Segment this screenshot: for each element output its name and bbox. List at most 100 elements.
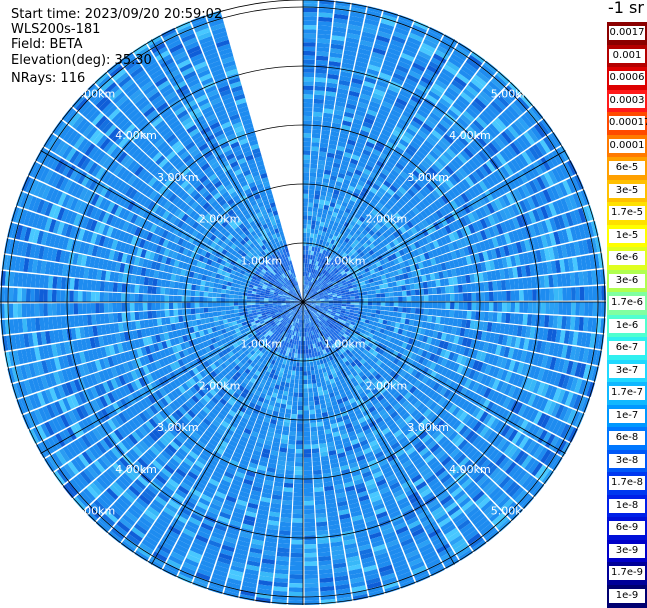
ray-gate	[346, 304, 350, 307]
ray-gate	[459, 302, 464, 310]
ray-gate	[303, 341, 305, 345]
ray-gate	[368, 302, 372, 305]
ray-gate	[280, 517, 291, 522]
ray-gate	[303, 380, 307, 384]
ray-gate	[385, 297, 390, 301]
ray-gate	[290, 379, 295, 384]
ray-gate	[484, 282, 489, 291]
ray-gate	[304, 566, 317, 571]
ray-gate	[441, 287, 446, 294]
ray-gate	[407, 296, 412, 301]
ray-gate	[304, 272, 306, 277]
ray-gate	[281, 399, 287, 404]
ray-gate	[450, 302, 455, 309]
ray-gate	[346, 299, 350, 301]
ray-gate	[329, 303, 334, 305]
ray-gate	[283, 487, 293, 492]
ray-gate	[303, 29, 316, 34]
ray-gate	[351, 299, 355, 302]
ray-gate	[296, 367, 300, 372]
ray-gate	[424, 302, 428, 308]
ray-gate	[432, 309, 437, 316]
ray-gate	[489, 302, 494, 311]
ray-gate	[313, 203, 318, 208]
ray-gate	[297, 423, 303, 427]
ray-gate	[379, 315, 384, 320]
ray-gate	[304, 410, 310, 414]
ray-gate	[406, 308, 411, 314]
ray-gate	[308, 384, 313, 389]
ray-gate	[291, 375, 295, 380]
ray-gate	[554, 302, 559, 314]
ray-gate	[314, 199, 320, 204]
ray-gate	[381, 306, 386, 310]
ray-gate	[311, 431, 318, 436]
ray-gate	[312, 444, 319, 449]
ray-gate	[304, 522, 315, 527]
ray-gate	[286, 378, 291, 383]
ray-gate	[283, 491, 293, 496]
ray-gate	[314, 95, 324, 100]
ray-gate	[294, 358, 297, 363]
ray-gate	[312, 448, 320, 453]
ray-gate	[310, 172, 317, 177]
ray-gate	[316, 417, 322, 422]
ray-gate	[304, 406, 309, 411]
ray-gate	[355, 305, 360, 308]
ray-gate	[497, 281, 502, 291]
ray-gate	[303, 215, 307, 220]
ray-gate	[293, 510, 303, 515]
ray-gate	[367, 291, 372, 295]
ray-gate	[285, 409, 291, 414]
ray-gate	[304, 432, 311, 437]
ray-gate	[314, 400, 320, 405]
ray-gate	[307, 367, 311, 372]
ray-gate	[313, 392, 318, 397]
ray-gate	[309, 405, 315, 410]
ray-gate	[299, 332, 301, 337]
ray-gate	[359, 302, 363, 305]
ray-gate	[310, 238, 314, 243]
ray-gate	[293, 497, 303, 502]
ray-gate	[294, 479, 303, 484]
ray-gate	[283, 426, 290, 431]
ray-gate	[304, 462, 312, 467]
ray-gate	[333, 298, 338, 300]
ray-gate	[304, 518, 315, 523]
ray-gate	[372, 306, 377, 310]
ray-gate	[309, 194, 315, 199]
ray-gate	[319, 439, 326, 444]
ray-gate	[311, 155, 318, 160]
ray-gate	[580, 302, 585, 316]
ray-gate	[318, 434, 325, 439]
ray-gate	[281, 509, 292, 514]
ray-gate	[393, 307, 398, 312]
ray-gate	[293, 362, 297, 367]
ray-gate	[303, 367, 306, 372]
ray-gate	[385, 293, 390, 298]
ray-gate	[311, 225, 315, 230]
ray-gate	[303, 112, 312, 117]
ray-gate	[284, 369, 288, 374]
ray-gate	[541, 302, 546, 314]
ray-gate	[381, 293, 386, 297]
ray-gate	[368, 295, 373, 299]
ray-gate	[287, 396, 292, 401]
ray-gate	[376, 294, 381, 298]
ray-gate	[286, 461, 294, 466]
ray-gate	[337, 304, 342, 306]
ray-gate	[350, 294, 355, 297]
ray-gate	[498, 291, 503, 301]
ray-gate	[462, 311, 467, 319]
ray-gate	[304, 427, 310, 432]
ray-gate	[303, 81, 314, 86]
ray-gate	[292, 531, 303, 536]
ray-gate	[299, 371, 303, 375]
ray-gate	[410, 284, 415, 290]
ray-gate	[304, 497, 314, 502]
ray-gate	[303, 68, 314, 73]
ray-gate	[304, 436, 311, 441]
ray-gate	[511, 302, 516, 312]
ray-gate	[293, 514, 304, 519]
ray-gate	[498, 302, 503, 312]
